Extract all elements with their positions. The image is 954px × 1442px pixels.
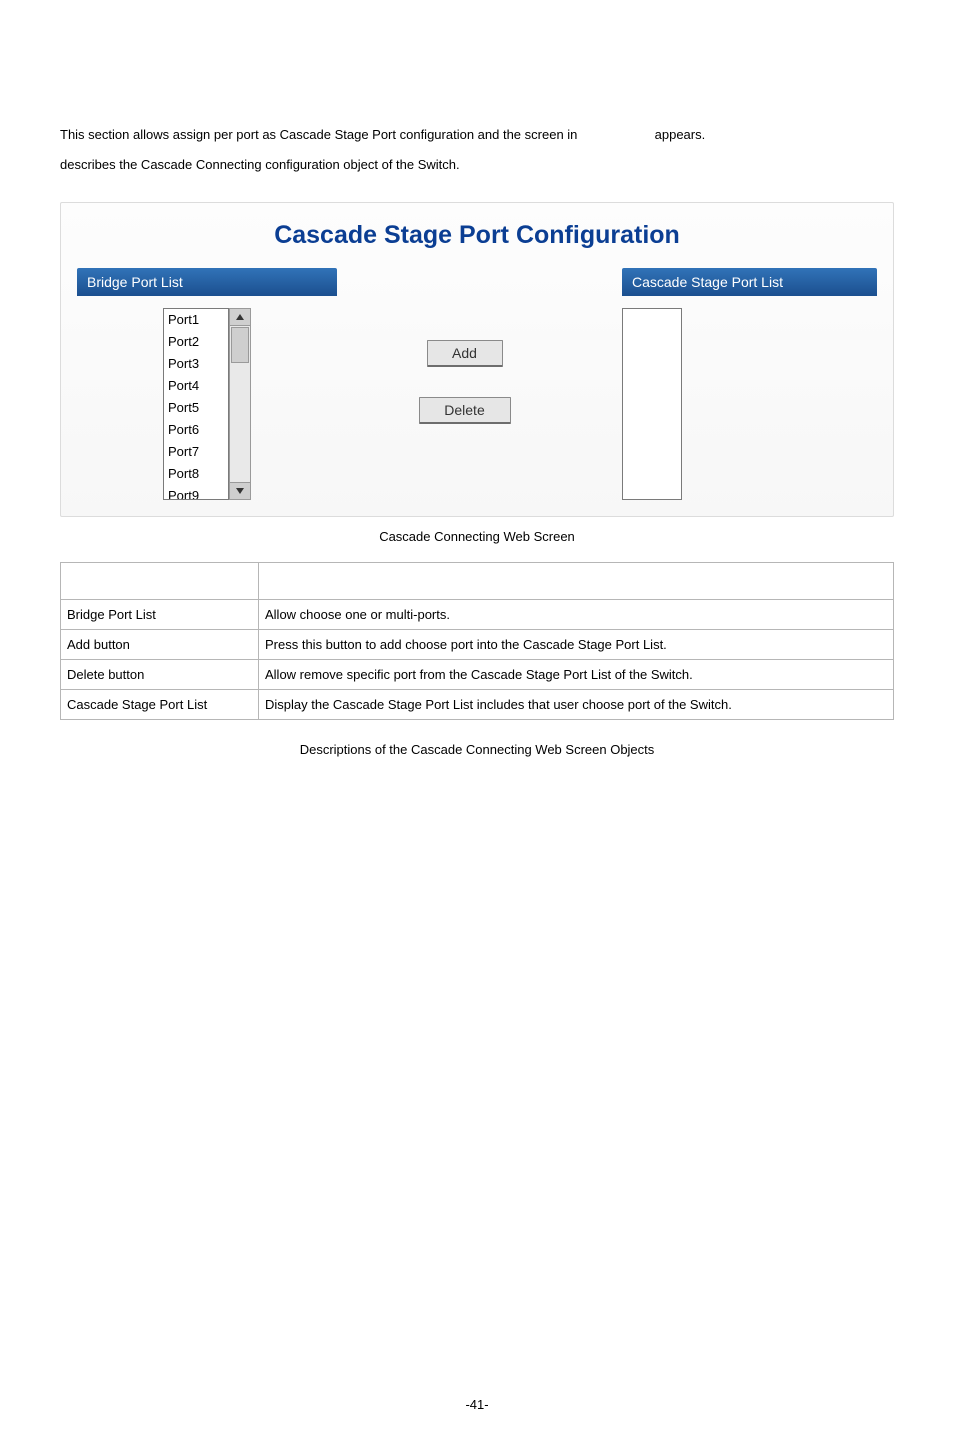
spacer: . <box>347 268 612 296</box>
list-item[interactable]: Port6 <box>164 419 228 441</box>
description-cell: Display the Cascade Stage Port List incl… <box>259 690 894 720</box>
description-cell: Press this button to add choose port int… <box>259 630 894 660</box>
list-item[interactable]: Port1 <box>164 309 228 331</box>
scroll-track[interactable] <box>229 326 251 482</box>
object-cell: Cascade Stage Port List <box>61 690 259 720</box>
add-button[interactable]: Add <box>427 340 503 367</box>
list-item[interactable]: Port2 <box>164 331 228 353</box>
table-header-object <box>61 563 259 600</box>
list-item[interactable]: Port4 <box>164 375 228 397</box>
cascade-stage-port-list-header: Cascade Stage Port List <box>622 268 877 296</box>
list-item[interactable]: Port7 <box>164 441 228 463</box>
object-cell: Add button <box>61 630 259 660</box>
scroll-up-button[interactable] <box>229 308 251 326</box>
delete-button[interactable]: Delete <box>419 397 511 424</box>
intro-span-1a: This section allows assign per port as C… <box>60 127 581 142</box>
object-cell: Bridge Port List <box>61 600 259 630</box>
bridge-port-listbox[interactable]: Port1 Port2 Port3 Port4 Port5 Port6 Port… <box>163 308 229 500</box>
intro-span-1b: appears. <box>655 127 706 142</box>
bridge-port-list-header: Bridge Port List <box>77 268 337 296</box>
page-root: This section allows assign per port as C… <box>0 0 954 1442</box>
scroll-thumb[interactable] <box>231 327 249 363</box>
object-cell: Delete button <box>61 660 259 690</box>
list-item[interactable]: Port3 <box>164 353 228 375</box>
table-row: Cascade Stage Port List Display the Casc… <box>61 690 894 720</box>
chevron-up-icon <box>236 314 244 320</box>
config-panel: Cascade Stage Port Configuration Bridge … <box>60 202 894 517</box>
table-row: Delete button Allow remove specific port… <box>61 660 894 690</box>
table-header-description <box>259 563 894 600</box>
panel-title: Cascade Stage Port Configuration <box>77 221 877 250</box>
col-cascade-stage-port-list <box>592 302 877 500</box>
list-item[interactable]: Port5 <box>164 397 228 419</box>
table-caption: Descriptions of the Cascade Connecting W… <box>60 742 894 757</box>
bridge-port-listbox-wrap: Port1 Port2 Port3 Port4 Port5 Port6 Port… <box>163 308 251 500</box>
figure-caption: Cascade Connecting Web Screen <box>60 529 894 544</box>
list-item[interactable]: Port8 <box>164 463 228 485</box>
header-row: Bridge Port List . Cascade Stage Port Li… <box>77 268 877 296</box>
table-row: Bridge Port List Allow choose one or mul… <box>61 600 894 630</box>
col-actions: Add Delete <box>347 302 582 424</box>
intro-text: This section allows assign per port as C… <box>60 120 894 180</box>
body-row: Port1 Port2 Port3 Port4 Port5 Port6 Port… <box>77 296 877 500</box>
chevron-down-icon <box>236 488 244 494</box>
col-bridge-port-list: Port1 Port2 Port3 Port4 Port5 Port6 Port… <box>77 302 337 500</box>
cascade-stage-port-listbox[interactable] <box>622 308 682 500</box>
description-cell: Allow remove specific port from the Casc… <box>259 660 894 690</box>
scroll-down-button[interactable] <box>229 482 251 500</box>
scrollbar[interactable] <box>229 308 251 500</box>
list-item[interactable]: Port9 <box>164 485 228 500</box>
intro-span-2: describes the Cascade Connecting configu… <box>60 157 460 172</box>
description-cell: Allow choose one or multi-ports. <box>259 600 894 630</box>
table-row: Add button Press this button to add choo… <box>61 630 894 660</box>
description-table: Bridge Port List Allow choose one or mul… <box>60 562 894 720</box>
page-number: -41- <box>60 1397 894 1412</box>
